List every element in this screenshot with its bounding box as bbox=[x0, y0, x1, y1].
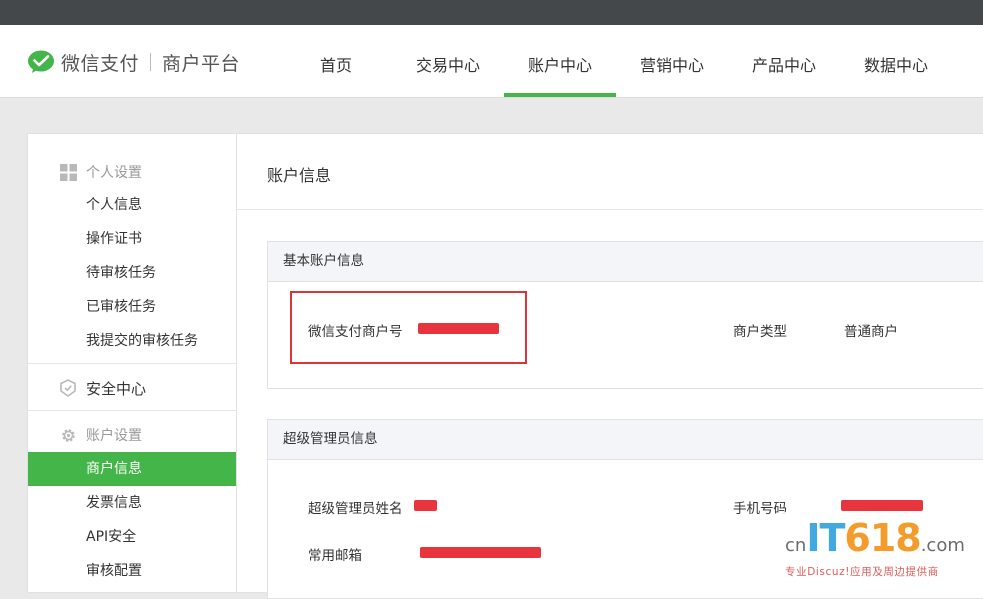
panel-header: 基本账户信息 bbox=[268, 242, 983, 282]
sidebar-item-invoice-info[interactable]: 发票信息 bbox=[28, 486, 237, 520]
title-divider bbox=[237, 209, 983, 210]
sidebar-section-personal: 个人设置 bbox=[28, 155, 237, 189]
sidebar-item-pending-review[interactable]: 待审核任务 bbox=[28, 256, 237, 290]
platform-name: 商户平台 bbox=[162, 52, 241, 75]
sidebar-item-reviewed[interactable]: 已审核任务 bbox=[28, 290, 237, 324]
nav-marketing-center[interactable]: 营销中心 bbox=[616, 25, 728, 97]
header: 微信支付 商户平台 首页 交易中心 账户中心 营销中心 产品中心 数据中心 bbox=[0, 25, 983, 98]
main-nav: 首页 交易中心 账户中心 营销中心 产品中心 数据中心 bbox=[280, 25, 952, 97]
gear-icon bbox=[59, 426, 77, 444]
wechat-pay-logo-icon bbox=[28, 50, 54, 73]
panel-header: 超级管理员信息 bbox=[268, 420, 983, 460]
logo-divider bbox=[150, 53, 152, 71]
sidebar-item-certificate[interactable]: 操作证书 bbox=[28, 222, 237, 256]
redacted-phone bbox=[841, 500, 923, 511]
sidebar-item-api-security[interactable]: API安全 bbox=[28, 520, 237, 554]
nav-data-center[interactable]: 数据中心 bbox=[840, 25, 952, 97]
admin-name-label: 超级管理员姓名 bbox=[308, 501, 403, 517]
sidebar-section-title: 账户设置 bbox=[86, 428, 142, 444]
nav-trade-center[interactable]: 交易中心 bbox=[392, 25, 504, 97]
sidebar-section-title: 个人设置 bbox=[86, 165, 142, 181]
nav-product-center[interactable]: 产品中心 bbox=[728, 25, 840, 97]
sidebar-item-personal-info[interactable]: 个人信息 bbox=[28, 188, 237, 222]
sidebar: 个人设置 个人信息 操作证书 待审核任务 已审核任务 我提交的审核任务 安全中心… bbox=[27, 133, 237, 593]
logo[interactable]: 微信支付 商户平台 bbox=[27, 49, 240, 75]
email-label: 常用邮箱 bbox=[308, 548, 362, 564]
top-dark-bar bbox=[0, 0, 983, 25]
watermark-logo: cnIT618.com bbox=[785, 516, 965, 560]
sidebar-item-security-center[interactable]: 安全中心 bbox=[28, 371, 237, 405]
brand-name: 微信支付 bbox=[61, 52, 140, 75]
sidebar-item-label: 安全中心 bbox=[86, 379, 147, 398]
sidebar-item-merchant-info[interactable]: 商户信息 bbox=[28, 452, 237, 486]
redacted-email bbox=[420, 547, 541, 558]
redacted-merchant-id bbox=[418, 323, 499, 334]
merchant-type-value: 普通商户 bbox=[844, 324, 898, 340]
sidebar-divider bbox=[28, 363, 237, 364]
grid-icon bbox=[59, 163, 77, 181]
redacted-admin-name bbox=[414, 500, 437, 511]
sidebar-item-review-config[interactable]: 审核配置 bbox=[28, 554, 237, 588]
sidebar-item-my-submitted[interactable]: 我提交的审核任务 bbox=[28, 324, 237, 358]
nav-account-center[interactable]: 账户中心 bbox=[504, 25, 616, 97]
basic-account-panel: 基本账户信息 微信支付商户号 商户类型 普通商户 bbox=[267, 241, 983, 389]
merchant-id-label: 微信支付商户号 bbox=[308, 324, 403, 340]
sidebar-divider bbox=[28, 410, 237, 411]
shield-icon bbox=[59, 379, 77, 397]
page-title: 账户信息 bbox=[267, 166, 332, 185]
sidebar-section-account: 账户设置 bbox=[28, 418, 237, 452]
merchant-type-label: 商户类型 bbox=[733, 324, 787, 340]
nav-home[interactable]: 首页 bbox=[280, 25, 392, 97]
watermark-tagline: 专业Discuz!应用及周边提供商 bbox=[785, 566, 939, 578]
watermark: cnIT618.com 专业Discuz!应用及周边提供商 bbox=[779, 512, 977, 582]
